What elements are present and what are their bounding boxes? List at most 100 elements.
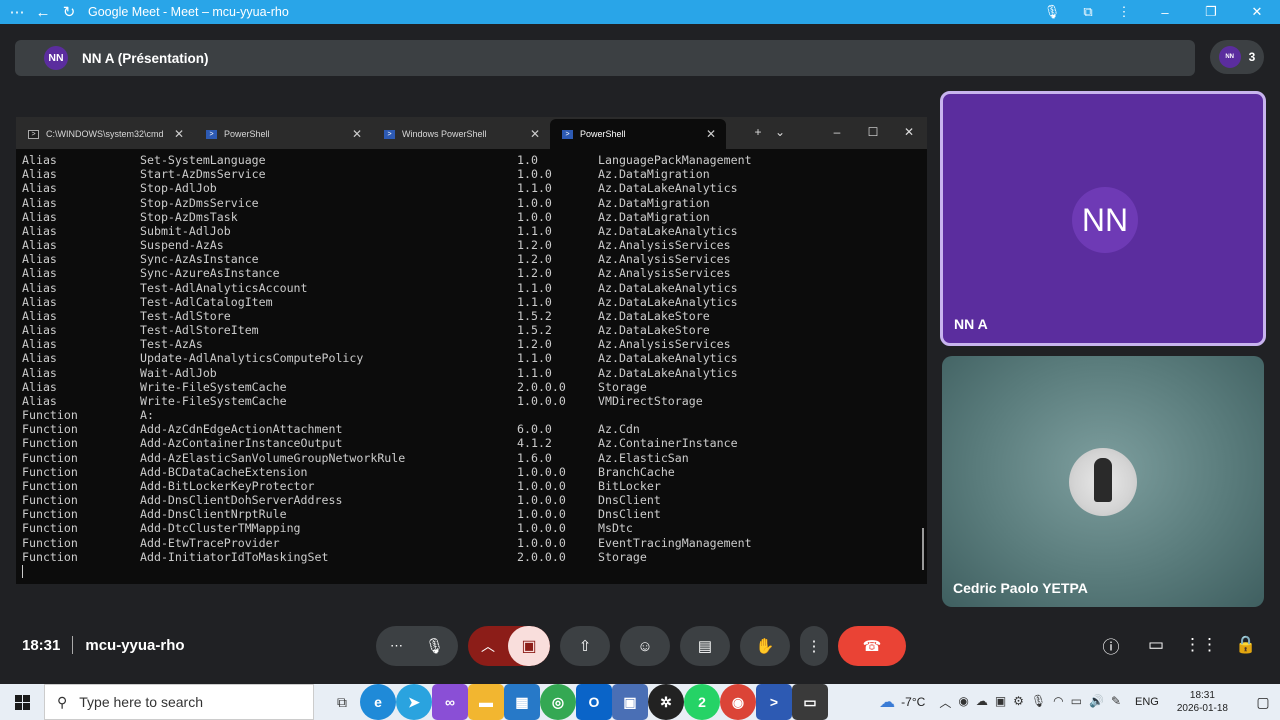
raise-hand-button[interactable]: ✋ <box>740 626 790 666</box>
weather-widget[interactable]: ☁ -7°C <box>879 692 925 712</box>
chrome-active-icon[interactable]: ◎ <box>540 684 576 720</box>
minimize-button[interactable]: – <box>1142 0 1188 24</box>
tab-dropdown-icon[interactable]: ⌄ <box>769 125 791 139</box>
back-arrow-icon[interactable]: ← <box>30 0 56 24</box>
terminal-tab-windows-powershell[interactable]: > Windows PowerShell ✕ <box>372 119 550 149</box>
command-type: Alias <box>22 308 57 323</box>
terminal-output-row: Alias Stop-AdlJob 1.1.0 Az.DataLakeAnalytic… <box>22 181 921 195</box>
telegram-icon[interactable]: ➤ <box>396 684 432 720</box>
cloud-sync-icon[interactable]: ☁ <box>976 694 988 711</box>
activities-icon[interactable]: ⋮⋮ <box>1184 632 1218 658</box>
battery-icon[interactable]: ▭ <box>1071 694 1082 711</box>
command-version: 1.1.0 <box>517 280 552 295</box>
terminal-output-row: Function Add-BitLockerKeyProtector 1.0.0.0… <box>22 479 921 493</box>
taskbar-clock[interactable]: 18:31 2026-01-18 <box>1177 689 1228 715</box>
command-type: Alias <box>22 238 57 253</box>
terminal-close-button[interactable]: ✕ <box>891 125 927 139</box>
microphone-indicator-icon[interactable]: 🎙 <box>1034 0 1070 24</box>
notifications-icon[interactable]: ▢ <box>1246 694 1280 711</box>
participant-avatar: NN <box>1218 46 1241 68</box>
weather-icon: ☁ <box>879 694 896 711</box>
close-button[interactable]: ✕ <box>1234 0 1280 24</box>
participants-button[interactable]: NN 3 <box>1210 40 1264 74</box>
browser-menu-icon[interactable]: ⋮ <box>1106 0 1142 24</box>
new-tab-icon[interactable]: + <box>747 125 769 139</box>
prompt-line[interactable] <box>22 564 921 578</box>
terminal-maximize-button[interactable]: ☐ <box>855 125 891 139</box>
settings-icon[interactable]: ⚙ <box>1013 694 1024 711</box>
outlook-icon[interactable]: O <box>576 684 612 720</box>
command-source: Az.AnalysisServices <box>598 266 731 281</box>
edge-icon[interactable]: e <box>360 684 396 720</box>
terminal-output[interactable]: Alias Set-SystemLanguage 1.0 LanguagePackMa… <box>16 149 927 582</box>
terminal-scrollbar[interactable] <box>922 528 924 570</box>
chatgpt-icon[interactable]: ✲ <box>648 684 684 720</box>
app-menu-icon[interactable]: ⋯ <box>4 0 30 24</box>
command-name: Write-FileSystemCache <box>140 379 287 394</box>
terminal-taskbar-icon[interactable]: ▭ <box>792 684 828 720</box>
camera-options-icon[interactable]: ︿ <box>468 636 508 656</box>
extensions-icon[interactable]: ⧉ <box>1070 0 1106 24</box>
chrome-icon[interactable]: ◉ <box>720 684 756 720</box>
reactions-button[interactable]: ☺ <box>620 626 670 666</box>
command-version: 1.2.0 <box>517 337 552 352</box>
terminal-minimize-button[interactable]: – <box>819 125 855 139</box>
leave-call-button[interactable]: ☎ <box>838 626 906 666</box>
file-explorer-icon[interactable]: ▬ <box>468 684 504 720</box>
whatsapp-icon[interactable]: 2 <box>684 684 720 720</box>
command-source <box>598 408 921 422</box>
command-type: Alias <box>22 167 57 182</box>
tab-close-icon[interactable]: ✕ <box>352 127 362 141</box>
recording-icon[interactable]: ◉ <box>958 694 968 711</box>
powershell-icon: > <box>206 129 217 139</box>
microphone-icon[interactable]: 🎙 <box>425 637 444 655</box>
captions-button[interactable]: ▤ <box>680 626 730 666</box>
command-version: 1.0.0.0 <box>517 464 566 479</box>
terminal-tab-powershell[interactable]: > PowerShell ✕ <box>194 119 372 149</box>
terminal-tab-cmd[interactable]: > C:\WINDOWS\system32\cmd ✕ <box>16 119 194 149</box>
meeting-details-icon[interactable]: ⓘ <box>1096 632 1126 658</box>
more-options-button[interactable]: ⋮ <box>800 626 828 666</box>
mic-tray-icon[interactable]: 🎙 <box>1031 694 1046 711</box>
command-name: Stop-AdlJob <box>140 181 217 196</box>
task-view-icon[interactable]: ⧉ <box>324 684 360 720</box>
command-type: Alias <box>22 337 57 352</box>
weather-temp: -7°C <box>901 695 926 709</box>
reload-icon[interactable]: ↻ <box>56 0 82 24</box>
host-controls-icon[interactable]: 🔒 <box>1231 632 1261 658</box>
input-language[interactable]: ENG <box>1135 696 1159 708</box>
tab-close-icon[interactable]: ✕ <box>706 127 716 141</box>
present-icon: ⇧ <box>578 638 592 655</box>
remote-desktop-icon[interactable]: ▣ <box>612 684 648 720</box>
maximize-button[interactable]: ❐ <box>1188 0 1234 24</box>
show-hidden-icons-icon[interactable]: ︿ <box>939 694 951 711</box>
tab-close-icon[interactable]: ✕ <box>174 127 184 141</box>
terminal-tab-powershell-active[interactable]: > PowerShell ✕ <box>550 119 726 149</box>
command-source: DnsClient <box>598 507 661 522</box>
participant-tile-cedric[interactable]: Cedric Paolo YETPA <box>942 356 1264 607</box>
audio-settings-icon[interactable]: ⋯ <box>390 638 403 654</box>
camera-off-icon[interactable]: ▣ <box>508 626 550 666</box>
tab-close-icon[interactable]: ✕ <box>530 127 540 141</box>
visual-studio-icon[interactable]: ∞ <box>432 684 468 720</box>
command-name: A: <box>140 408 154 423</box>
pen-icon[interactable]: ✎ <box>1111 694 1121 711</box>
command-type: Alias <box>22 223 57 238</box>
wifi-icon[interactable]: ◠ <box>1053 694 1063 711</box>
tab-label: Windows PowerShell <box>402 129 487 139</box>
present-screen-button[interactable]: ⇧ <box>560 626 610 666</box>
command-source: Az.DataMigration <box>598 195 710 210</box>
powershell-taskbar-icon[interactable]: > <box>756 684 792 720</box>
terminal-output-row: Alias Test-AdlStoreItem 1.5.2 Az.DataLakeSt… <box>22 323 921 337</box>
chat-icon[interactable]: ▭ <box>1141 632 1171 658</box>
command-type: Function <box>22 450 78 465</box>
participant-tile-nn-a[interactable]: NN NN A <box>940 91 1266 346</box>
command-name: Test-AdlStoreItem <box>140 323 259 338</box>
command-source: Az.AnalysisServices <box>598 337 731 352</box>
start-button[interactable] <box>0 684 44 720</box>
volume-icon[interactable]: 🔊 <box>1089 694 1104 711</box>
store-icon[interactable]: ▦ <box>504 684 540 720</box>
display-icon[interactable]: ▣ <box>995 694 1006 711</box>
command-version: 2.0.0.0 <box>517 549 566 564</box>
taskbar-search[interactable]: ⚲ Type here to search <box>44 684 314 720</box>
